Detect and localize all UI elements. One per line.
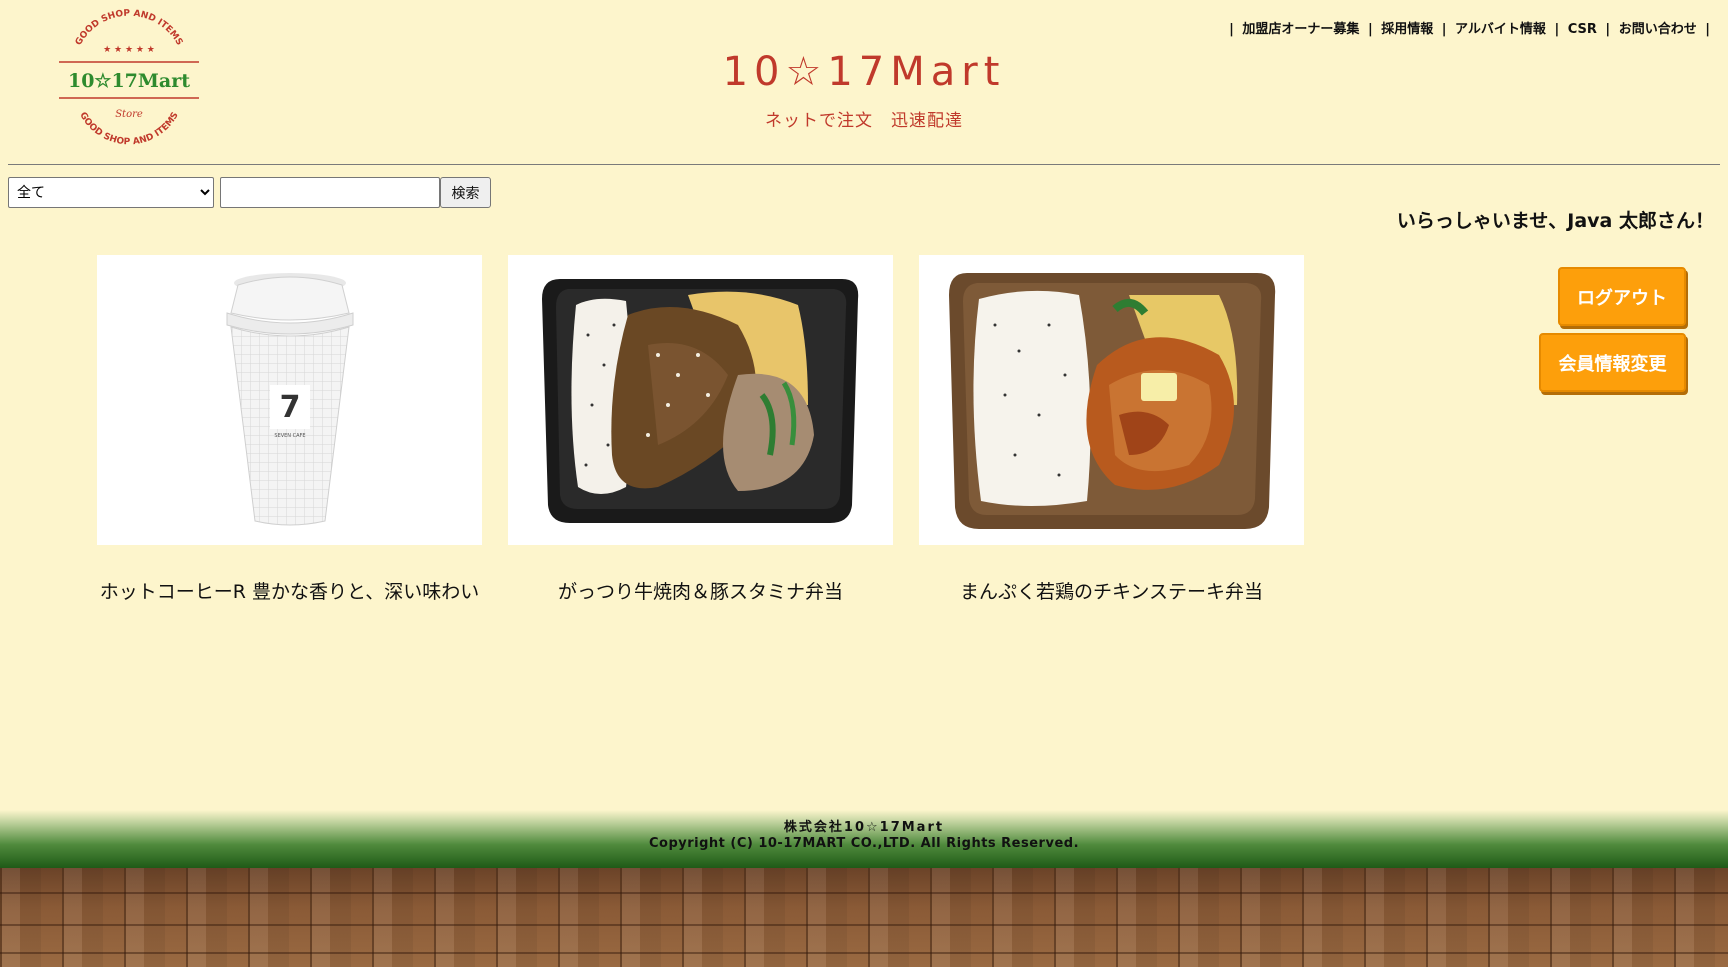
search-input[interactable] xyxy=(220,177,440,208)
nav-link-csr[interactable]: CSR xyxy=(1568,22,1597,37)
category-select[interactable]: 全て xyxy=(8,177,214,208)
floor-joint xyxy=(0,924,1728,926)
nav-separator: | xyxy=(1605,22,1611,37)
svg-text:7: 7 xyxy=(280,390,301,425)
welcome-message: いらっしゃいませ、Java 太郎さん！ xyxy=(1396,210,1714,232)
nav-link-part-time[interactable]: アルバイト情報 xyxy=(1455,22,1546,37)
nav-separator: | xyxy=(1229,22,1234,37)
nav-link-contact[interactable]: お問い合わせ xyxy=(1619,22,1697,37)
product-image-beef-bento[interactable] xyxy=(508,255,893,545)
edit-member-info-button[interactable]: 会員情報変更 xyxy=(1539,333,1686,392)
logout-button[interactable]: ログアウト xyxy=(1558,267,1686,326)
product-image-coffee[interactable]: 7 SEVEN CAFE xyxy=(97,255,482,545)
search-button[interactable]: 検索 xyxy=(440,177,491,208)
wood-floor-decoration xyxy=(0,868,1728,967)
logo-top-arc: GOOD SHOP AND ITEMS xyxy=(74,9,184,48)
floor-joint xyxy=(0,892,1728,894)
site-subtitle: ネットで注文 迅速配達 xyxy=(765,111,963,131)
product-image-chicken-bento[interactable] xyxy=(919,255,1304,545)
product-name[interactable]: まんぷく若鶏のチキンステーキ弁当 xyxy=(919,577,1304,604)
top-nav: | 加盟店オーナー募集 | 採用情報 | アルバイト情報 | CSR | お問い… xyxy=(1225,18,1714,37)
nav-separator: | xyxy=(1554,22,1560,37)
site-title: 10☆17Mart xyxy=(722,49,1006,95)
product-name[interactable]: がっつり牛焼肉＆豚スタミナ弁当 xyxy=(508,577,893,604)
product-card[interactable]: がっつり牛焼肉＆豚スタミナ弁当 xyxy=(508,255,893,604)
product-card[interactable]: 7 SEVEN CAFE ホットコーヒーR 豊かな香りと、深い味わい xyxy=(97,255,482,604)
footer-copyright: Copyright (C) 10-17MART CO.,LTD. All Rig… xyxy=(648,836,1080,851)
nav-link-careers[interactable]: 採用情報 xyxy=(1381,22,1433,37)
nav-link-owner-recruit[interactable]: 加盟店オーナー募集 xyxy=(1242,22,1359,37)
footer: 株式会社10☆17Mart Copyright (C) 10-17MART CO… xyxy=(0,810,1728,868)
nav-separator: | xyxy=(1705,22,1710,37)
svg-text:GOOD SHOP AND ITEMS: GOOD SHOP AND ITEMS xyxy=(74,9,184,48)
floor-joint xyxy=(0,952,1728,954)
product-name[interactable]: ホットコーヒーR 豊かな香りと、深い味わい xyxy=(97,577,482,604)
header-divider xyxy=(8,164,1720,165)
nav-separator: | xyxy=(1441,22,1447,37)
nav-separator: | xyxy=(1367,22,1373,37)
product-card[interactable]: まんぷく若鶏のチキンステーキ弁当 xyxy=(919,255,1304,604)
svg-text:SEVEN CAFE: SEVEN CAFE xyxy=(274,433,305,439)
footer-company: 株式会社10☆17Mart xyxy=(783,820,945,835)
